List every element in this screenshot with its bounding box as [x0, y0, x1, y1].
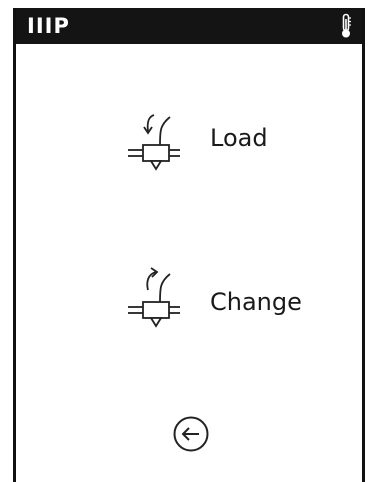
change-filament-button[interactable]: Change: [16, 260, 362, 340]
filament-load-icon: [128, 114, 180, 171]
filament-change-icon: [128, 267, 180, 328]
brand-logo: IIIP: [27, 14, 70, 38]
change-label: Change: [210, 288, 302, 316]
printer-screen: IIIP Load Change: [13, 8, 365, 482]
status-bar: IIIP: [16, 8, 362, 44]
thermometer-icon: [342, 13, 351, 38]
load-label: Load: [210, 124, 268, 152]
back-arrow-icon[interactable]: [172, 415, 210, 453]
load-filament-button[interactable]: Load: [16, 103, 362, 183]
